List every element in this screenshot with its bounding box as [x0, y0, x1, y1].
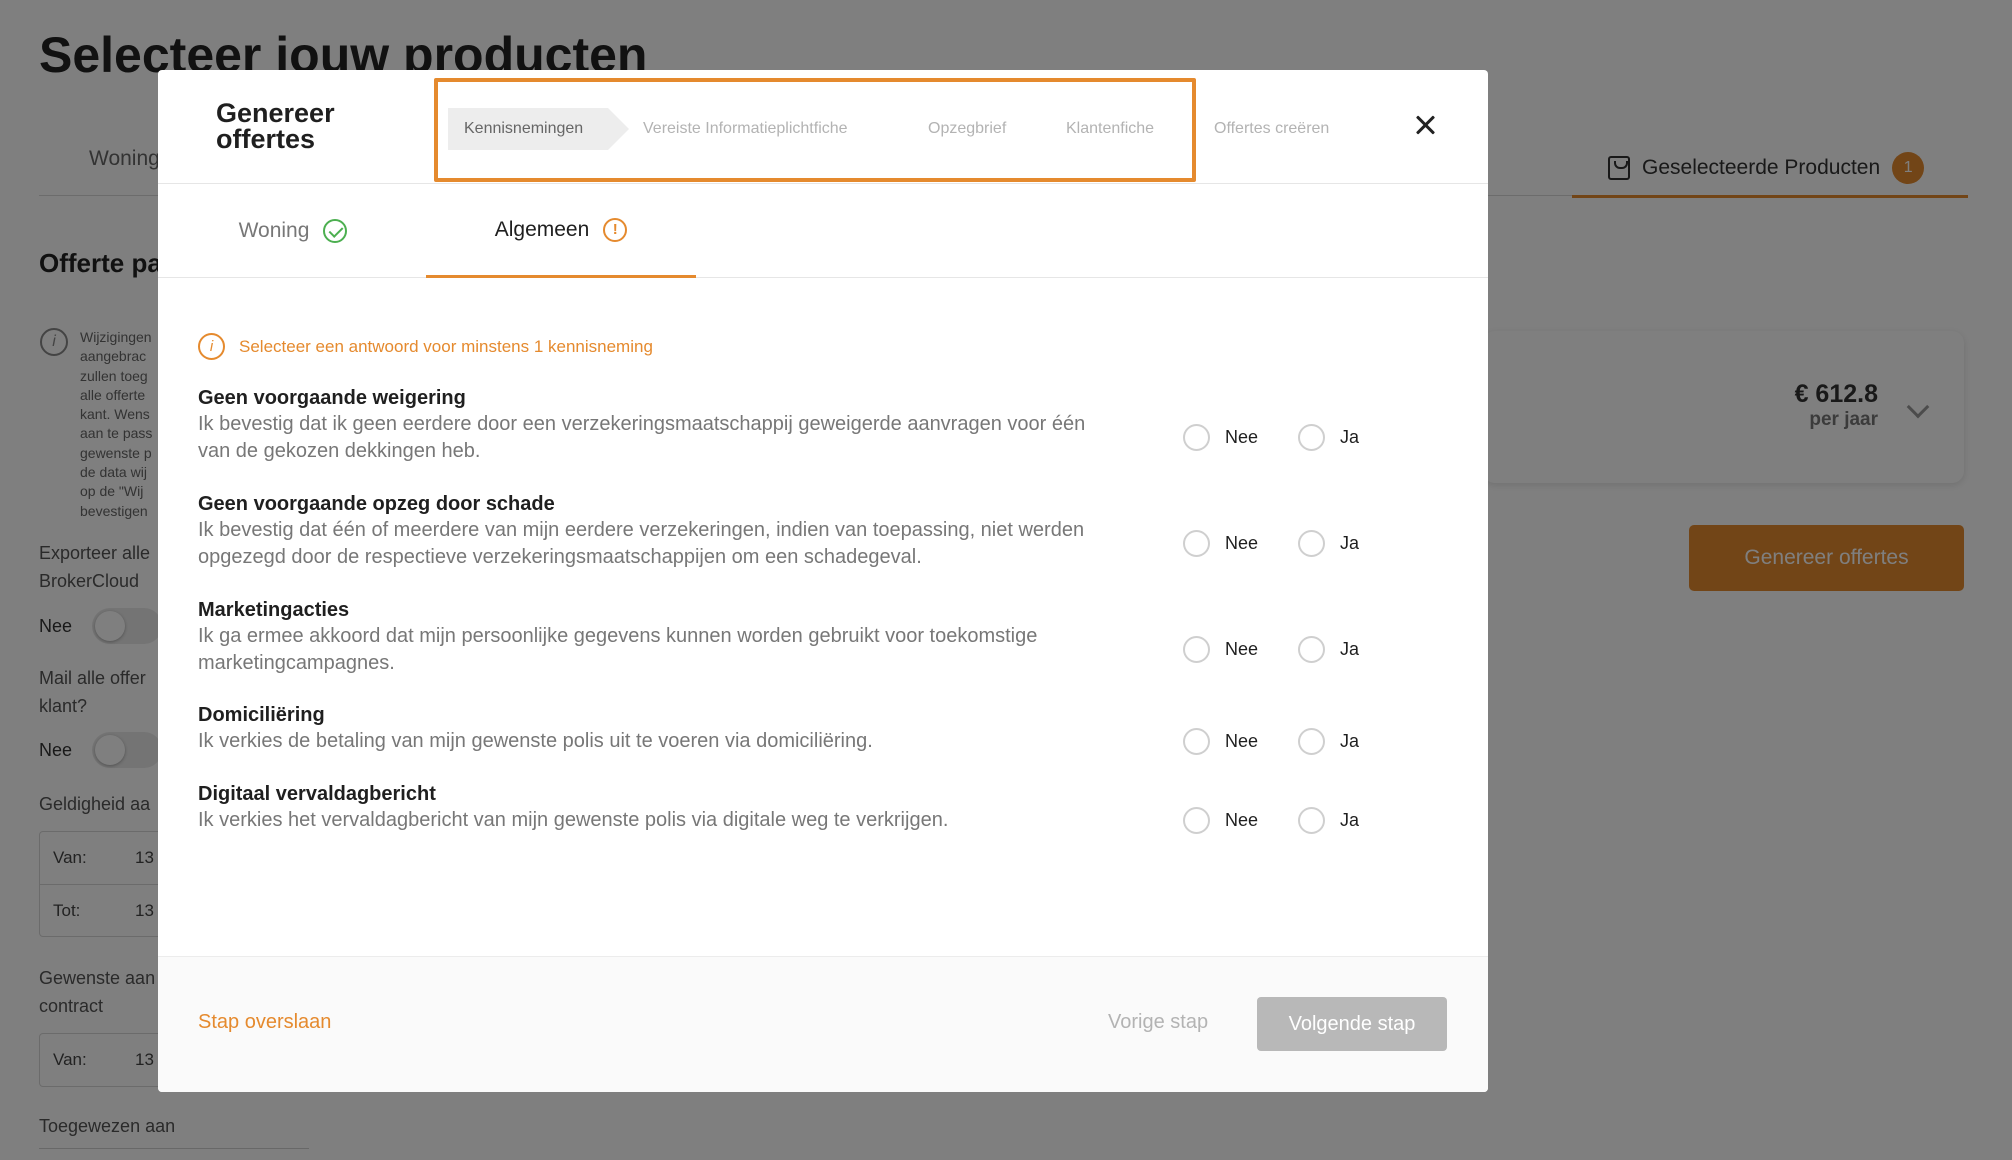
radio-button[interactable]	[1298, 728, 1325, 755]
option-label: Nee	[1225, 533, 1259, 553]
question-marketingacties: Marketingacties Ik ga ermee akkoord dat …	[198, 597, 1198, 677]
previous-step-button[interactable]: Vorige stap	[1108, 1011, 1208, 1034]
radio-option-ja[interactable]: Ja	[1298, 636, 1413, 663]
check-circle-icon	[323, 219, 348, 243]
tab-algemeen[interactable]: Algemeen !	[426, 184, 696, 278]
question-4-options: Nee Ja	[1183, 728, 1413, 755]
option-label: Ja	[1340, 810, 1360, 830]
radio-button[interactable]	[1298, 424, 1325, 451]
next-step-button[interactable]: Volgende stap	[1257, 997, 1447, 1051]
tab-algemeen-label: Algemeen	[494, 217, 590, 241]
generate-offers-modal: Genereer offertes Kennisnemingen Vereist…	[158, 70, 1488, 1092]
question-title: Geen voorgaande weigering	[198, 387, 466, 409]
tab-woning-label: Woning	[238, 219, 310, 242]
question-digitaal-vervaldagbericht: Digitaal vervaldagbericht Ik verkies het…	[198, 781, 1198, 834]
option-label: Nee	[1225, 810, 1259, 830]
option-label: Ja	[1340, 427, 1360, 447]
option-label: Nee	[1225, 731, 1259, 751]
step-opzegbrief[interactable]: Opzegbrief	[928, 108, 1006, 150]
radio-option-nee[interactable]: Nee	[1183, 636, 1298, 663]
question-description: Ik ga ermee akkoord dat mijn persoonlijk…	[198, 625, 1038, 674]
question-description: Ik bevestig dat één of meerdere van mijn…	[198, 519, 1085, 568]
radio-option-nee[interactable]: Nee	[1183, 424, 1298, 451]
question-title: Geen voorgaande opzeg door schade	[198, 493, 555, 515]
notice-text: Selecteer een antwoord voor minstens 1 k…	[239, 336, 653, 356]
radio-option-ja[interactable]: Ja	[1298, 807, 1413, 834]
radio-button[interactable]	[1183, 728, 1210, 755]
radio-option-nee[interactable]: Nee	[1183, 728, 1298, 755]
radio-button[interactable]	[1183, 530, 1210, 557]
question-description: Ik verkies het vervaldagbericht van mijn…	[198, 809, 949, 831]
question-1-options: Nee Ja	[1183, 424, 1413, 451]
step-vereiste-informatieplichtfiche[interactable]: Vereiste Informatieplichtfiche	[643, 108, 848, 150]
radio-option-ja[interactable]: Ja	[1298, 424, 1413, 451]
question-description: Ik verkies de betaling van mijn gewenste…	[198, 730, 873, 752]
radio-button[interactable]	[1298, 807, 1325, 834]
radio-option-ja[interactable]: Ja	[1298, 530, 1413, 557]
modal-footer: Stap overslaan Vorige stap Volgende stap	[158, 956, 1488, 1092]
radio-option-ja[interactable]: Ja	[1298, 728, 1413, 755]
question-title: Digitaal vervaldagbericht	[198, 783, 436, 805]
question-domiciliering: Domiciliëring Ik verkies de betaling van…	[198, 702, 1198, 755]
radio-option-nee[interactable]: Nee	[1183, 530, 1298, 557]
step-klantenfiche[interactable]: Klantenfiche	[1066, 108, 1154, 150]
question-title: Marketingacties	[198, 599, 350, 621]
question-geen-voorgaande-opzeg: Geen voorgaande opzeg door schade Ik bev…	[198, 491, 1198, 571]
question-5-options: Nee Ja	[1183, 807, 1413, 834]
radio-option-nee[interactable]: Nee	[1183, 807, 1298, 834]
radio-button[interactable]	[1183, 807, 1210, 834]
radio-button[interactable]	[1298, 530, 1325, 557]
step-kennisnemingen[interactable]: Kennisnemingen	[448, 108, 629, 150]
skip-step-link[interactable]: Stap overslaan	[198, 1011, 331, 1034]
question-geen-voorgaande-weigering: Geen voorgaande weigering Ik bevestig da…	[198, 385, 1198, 465]
radio-button[interactable]	[1183, 636, 1210, 663]
warning-circle-icon: !	[603, 217, 628, 242]
question-title: Domiciliëring	[198, 704, 325, 726]
question-description: Ik bevestig dat ik geen eerdere door een…	[198, 413, 1086, 462]
question-3-options: Nee Ja	[1183, 636, 1413, 663]
option-label: Ja	[1340, 639, 1360, 659]
validation-notice: i Selecteer een antwoord voor minstens 1…	[198, 333, 653, 360]
close-icon[interactable]	[1408, 108, 1444, 144]
modal-header: Genereer offertes Kennisnemingen Vereist…	[158, 70, 1488, 184]
option-label: Nee	[1225, 427, 1259, 447]
option-label: Ja	[1340, 533, 1360, 553]
step-offertes-creeren[interactable]: Offertes creëren	[1214, 108, 1329, 150]
option-label: Ja	[1340, 731, 1360, 751]
tab-woning[interactable]: Woning	[158, 184, 428, 278]
option-label: Nee	[1225, 639, 1259, 659]
radio-button[interactable]	[1183, 424, 1210, 451]
question-2-options: Nee Ja	[1183, 530, 1413, 557]
info-circle-icon: i	[198, 333, 225, 360]
modal-tabs: Woning Algemeen !	[158, 184, 1488, 278]
modal-title: Genereer offertes	[216, 98, 335, 154]
radio-button[interactable]	[1298, 636, 1325, 663]
